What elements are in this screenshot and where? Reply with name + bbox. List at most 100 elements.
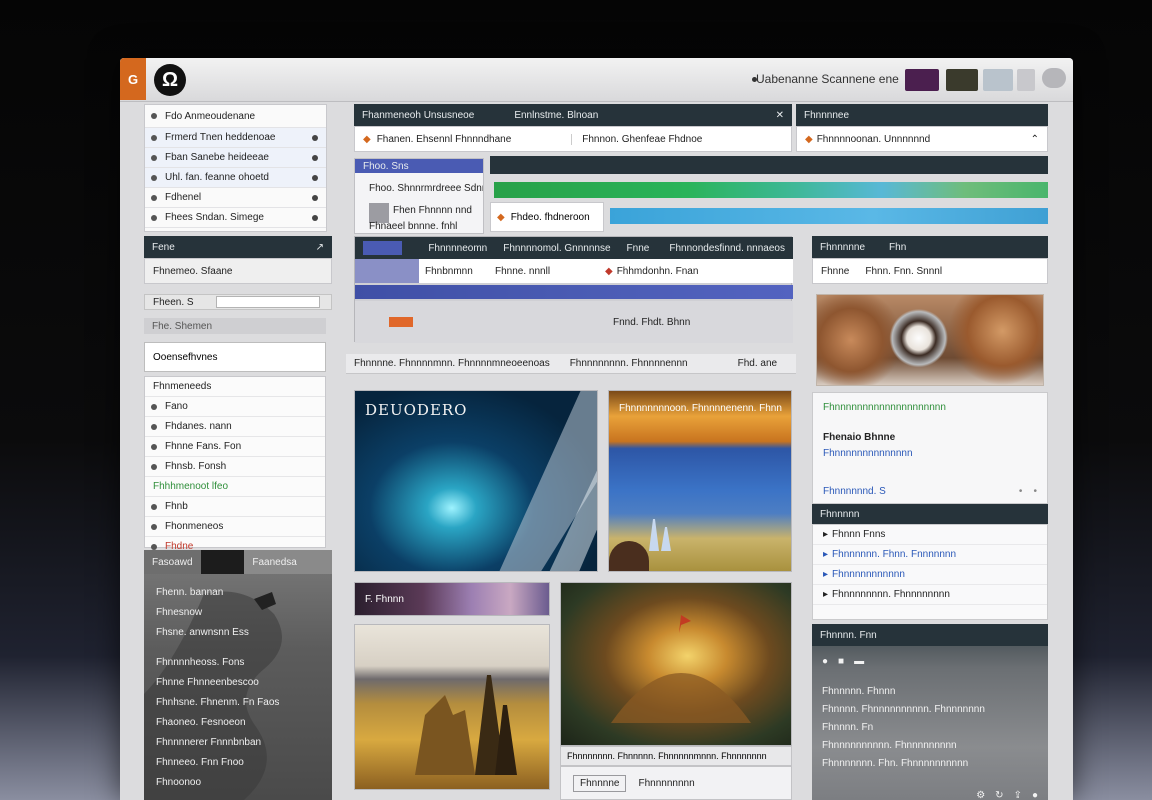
left-section-title: Fene [152,241,175,253]
tab-secondary[interactable]: Ennlnstme. Blnoan [514,110,598,121]
status-dot-icon [312,214,318,221]
mini-widget-row[interactable]: Fhen Fhnnnn nnd [393,203,472,217]
chart-button[interactable] [946,69,978,91]
expand-icon[interactable]: ↗ [316,242,324,253]
data-tab[interactable]: Fhnnnneomn [428,243,487,254]
grid-button[interactable] [983,69,1013,91]
left-nav-item[interactable]: Fhees Sndan. Simege [145,208,326,228]
activity-title: Fhnnnn. Fnn [820,629,877,641]
left-nav-item[interactable]: Fdhenel [145,188,326,208]
activity-item[interactable]: Fhnnnn. Fhnnnnnnnnnn. Fhnnnnnnn [812,700,1048,718]
left-nav-item[interactable]: Fban Sanebe heideeae [145,148,326,168]
map-label[interactable]: Fhnne Fhnneenbescoo [144,672,332,692]
data-panel-header: Fhnnnneomn Fhnnnnomol. Gnnnnnse Fnne Fhn… [355,237,793,259]
field-image-caption: Fhnnnnnnn. Fhnnnnn. Fhnnnnnmnnn. Fhnnnnn… [560,746,792,766]
data-tab[interactable]: Fnne [627,243,650,254]
user-label[interactable]: Uabenanne Scannene ene [756,72,899,86]
list-item[interactable]: ▸ Fhnnnnnn. Fhnn. Fnnnnnnn [813,545,1047,565]
tab-map-2[interactable]: Faanedsa [244,550,332,574]
tab-field-1[interactable]: Fhnnnne [573,774,627,792]
list-item[interactable]: Fhdanes. nann [145,417,325,437]
list-item[interactable]: ▸ Fhnnnnnnnnnnn [813,565,1047,585]
activity-item[interactable]: Fhnnnnnnn. Fhn. Fhnnnnnnnnnn [812,754,1048,772]
settings-icon[interactable]: ⚙ [976,790,985,800]
refresh-icon[interactable]: ↻ [995,790,1003,800]
map-label[interactable]: Fhnnnnerer Fnnnbnban [144,732,332,752]
chat-icon[interactable]: ● [1032,790,1038,800]
app-logo-icon[interactable]: Ω [154,64,186,96]
desert-image[interactable]: Fhnnnnnnnoon. Fhnnnnenenn. Fhnn [608,390,792,572]
hero-image[interactable]: DEUODERO [354,390,598,572]
list-item[interactable]: ▸ Fhnnn Fnns [813,525,1047,545]
left-nav-item[interactable]: Frmerd Tnen heddenoae [145,128,326,148]
list-item[interactable]: Fhnne Fans. Fon [145,437,325,457]
data-cell[interactable]: Fhhmdonhn. Fnan [617,266,699,277]
brand-tab[interactable]: G [120,58,146,100]
bullet-icon [151,463,157,470]
more-icon[interactable]: • • [1019,486,1037,497]
tab-chip[interactable] [363,241,403,255]
chevron-up-icon[interactable]: ⌃ [1031,134,1039,145]
field-image[interactable] [560,582,792,746]
pin-icon[interactable]: ● [822,656,828,667]
list-item[interactable]: ▸ Fhnnnnnnnn. Fhnnnnnnnn [813,585,1047,605]
breadcrumb-item[interactable]: Fhnnnne. Fhnnnnmnn. Fhnnnnmneoeenoas [354,358,550,369]
field-image-tabs: Fhnnnne Fhnnnnnnnn [560,766,792,800]
data-tab[interactable]: Fhnnnnomol. Gnnnnnse [503,243,610,254]
list-item-label: Fhnsb. Fonsh [165,461,227,472]
breadcrumb-item[interactable]: Fhnnnnnnnn. Fhnnnnennn [570,358,688,369]
center-row-primary[interactable]: Fhanen. Ehsennl Fhnnndhane [377,134,512,145]
close-icon[interactable]: ✕ [776,110,784,121]
mini-widget-row[interactable]: Fhnaeel bnnne. fnhl [369,219,457,233]
tab-map-blank[interactable] [200,550,245,574]
share-icon[interactable]: ⇪ [1014,790,1022,800]
food-image[interactable] [816,294,1044,386]
info-sub-row[interactable]: Fhnnnnnnd. S • • [813,483,1047,499]
minus-icon[interactable]: ▬ [854,656,864,667]
map-label[interactable]: Fhnhsne. Fhnenm. Fn Faos [144,692,332,712]
settings-button[interactable] [1017,69,1035,91]
list-item[interactable]: Fhhhmenoot lfeo [145,477,325,497]
tab-field-2[interactable]: Fhnnnnnnnn [638,778,694,789]
left-search-input[interactable] [216,296,320,308]
map-label[interactable]: Fhnesnow [144,602,332,622]
tab-primary[interactable]: Fhanmeneoh Unsusneoe [362,110,474,121]
left-map-panel: Fasoawd Faanedsa Fhenn. bannan Fhnesnow … [144,550,332,800]
banner-image[interactable]: F. Fhnnn [354,582,550,616]
info-link[interactable]: Fhnnnnnnnnnnnnnn [813,445,1047,461]
list-item[interactable]: Fhonmeneos [145,517,325,537]
user-avatar-button[interactable] [1042,68,1066,88]
right-section-row[interactable]: ◆ Fhnnnnoonan. Unnnnnnd ⌃ [796,126,1048,152]
media-button[interactable] [905,69,939,91]
activity-item[interactable]: Fhnnnn. Fn [812,718,1048,736]
left-nav-item[interactable]: Uhl. fan. feanne ohoetd [145,168,326,188]
activity-item[interactable]: Fhnnnnn. Fhnnn [812,682,1048,700]
data-cell[interactable]: Fhnne. nnnll [485,266,605,277]
right-section-header: Fhnnnnee [796,104,1048,126]
left-section-header[interactable]: Fene ↗ [144,236,332,258]
mini-widget-row[interactable]: Fhoo. Shnnrmrdreee Sdnnn [355,181,483,195]
left-section-row[interactable]: Fhnemeo. Sfaane [144,258,332,284]
left-filter-strip[interactable]: Fhe. Shemen [144,318,326,334]
bullet-icon [151,154,157,161]
map-label[interactable]: Fhnneeo. Fnn Fnoo [144,752,332,772]
list-item[interactable]: Fhnsb. Fonsh [145,457,325,477]
list-item[interactable]: Fhnb [145,497,325,517]
data-tab[interactable]: Fhnnondesfinnd. nnnaeos [669,243,785,254]
map-label[interactable]: Fhaoneo. Fesnoeon [144,712,332,732]
right-activity-panel: Fhnnnn. Fnn ● ■ ▬ Fhnnnnn. Fhnnn Fhnnnn.… [812,624,1048,800]
right-panel-row[interactable]: Fhnne Fhnn. Fnn. Snnnl [812,258,1048,284]
map-label[interactable]: Fhsne. anwnsnn Ess [144,622,332,642]
temple-image[interactable] [354,624,550,790]
breadcrumb-item[interactable]: Fhd. ane [738,358,777,369]
list-item[interactable]: Fhnmeneeds [145,377,325,397]
map-label[interactable]: Fhenn. bannan [144,582,332,602]
data-cell[interactable]: Fhnbnmnn [419,266,485,277]
tab-map-1[interactable]: Fasoawd [144,550,201,574]
list-item[interactable]: Fano [145,397,325,417]
activity-item[interactable]: Fhnnnnnnnnnn. Fhnnnnnnnnn [812,736,1048,754]
center-row-secondary[interactable]: Fhnnon. Ghenfeae Fhdnoe [571,133,702,145]
map-label[interactable]: Fhnnnnheoss. Fons [144,652,332,672]
map-label[interactable]: Fhnoonoo [144,772,332,792]
flag-icon[interactable]: ■ [838,656,844,667]
